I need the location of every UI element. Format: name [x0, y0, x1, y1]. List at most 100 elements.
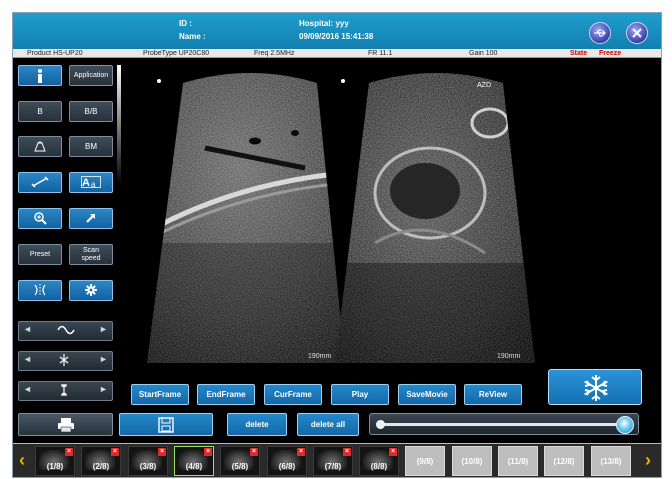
increase-arrow-icon[interactable]: ►	[99, 354, 108, 364]
save-image-button[interactable]	[119, 413, 213, 436]
scan-speed-button[interactable]: Scan speed	[69, 244, 113, 265]
annotation-text-button[interactable]: Aa	[69, 172, 113, 193]
ruler-icon	[31, 176, 49, 188]
svg-text:A: A	[82, 177, 90, 188]
thumbnail-label: (9/8)	[416, 457, 434, 466]
patient-info-button[interactable]	[18, 65, 62, 86]
state-label: State	[570, 50, 588, 57]
thumbnail-delete-icon[interactable]: ×	[250, 448, 258, 456]
thumbnail-item[interactable]: × (1/8)	[35, 446, 75, 476]
gain-param: Gain 100	[469, 50, 498, 57]
thumbnail-label: (6/8)	[278, 462, 296, 471]
cine-start-marker[interactable]	[376, 420, 385, 429]
focus-icon	[57, 353, 71, 370]
thumbnail-delete-icon[interactable]: ×	[158, 448, 166, 456]
thumbnail-item[interactable]: × (6/8)	[267, 446, 307, 476]
print-button[interactable]	[18, 413, 113, 436]
decrease-arrow-icon[interactable]: ◄	[23, 324, 32, 334]
thumbnail-label: (12/8)	[553, 457, 575, 466]
right-frame-marker: AZD	[477, 82, 491, 89]
arrow-marker-button[interactable]	[69, 208, 113, 229]
thumbnail-item[interactable]: × (7/8)	[313, 446, 353, 476]
depth-icon	[57, 383, 71, 400]
strip-left-arrow-icon[interactable]: ‹	[19, 451, 25, 469]
usb-icon[interactable]	[589, 22, 611, 44]
fr-param: FR 11.1	[368, 50, 393, 57]
preset-button[interactable]: Preset	[18, 244, 62, 265]
thumbnail-label: (8/8)	[370, 462, 388, 471]
decrease-arrow-icon[interactable]: ◄	[23, 354, 32, 364]
printer-icon	[57, 418, 74, 433]
mode-bb-button[interactable]: B/B	[69, 101, 113, 122]
state-value: Freeze	[599, 50, 622, 57]
scan-speed-label-2: speed	[81, 255, 101, 262]
left-depth-label: 190mm	[308, 353, 332, 360]
thumbnail-delete-icon[interactable]: ×	[389, 448, 397, 456]
depth-adjust-slider[interactable]: ◄ ►	[18, 381, 113, 401]
thumbnail-item[interactable]: × (8/8)	[359, 446, 399, 476]
thumbnail-item[interactable]: × (4/8)	[174, 446, 214, 476]
delete-button[interactable]: delete	[227, 413, 287, 436]
thumbnail-item[interactable]: (10/8)	[452, 446, 492, 476]
right-ultrasound-frame	[335, 73, 535, 363]
thumbnail-label: (3/8)	[139, 462, 157, 471]
increase-arrow-icon[interactable]: ►	[99, 324, 108, 334]
thumbnail-label: (5/8)	[231, 462, 249, 471]
cine-position-knob[interactable]	[616, 416, 634, 434]
settings-button[interactable]	[69, 280, 113, 301]
end-frame-button[interactable]: EndFrame	[197, 384, 255, 405]
thumbnail-item[interactable]: × (5/8)	[220, 446, 260, 476]
thumbnail-item[interactable]: (12/8)	[544, 446, 584, 476]
ultrasound-app-window: ID : Name : Hospital: yyy 09/09/2016 15:…	[12, 12, 662, 478]
thumbnail-item[interactable]: (11/8)	[498, 446, 538, 476]
delete-all-button[interactable]: delete all	[297, 413, 359, 436]
thumbnail-label: (4/8)	[185, 462, 203, 471]
person-icon	[38, 69, 42, 83]
thumbnail-label: (2/8)	[92, 462, 110, 471]
thumbnail-delete-icon[interactable]: ×	[297, 448, 305, 456]
probe-select-button[interactable]	[18, 136, 62, 157]
flip-icon	[34, 284, 46, 296]
decrease-arrow-icon[interactable]: ◄	[23, 384, 32, 394]
mode-b-button[interactable]: B	[18, 101, 62, 122]
measure-distance-button[interactable]	[18, 172, 62, 193]
thumbnail-label: (13/8)	[600, 457, 622, 466]
thumbnail-delete-icon[interactable]: ×	[65, 448, 73, 456]
cine-progress-slider[interactable]	[369, 413, 639, 435]
thumbnail-item[interactable]: × (2/8)	[81, 446, 121, 476]
zoom-icon	[34, 212, 47, 225]
floppy-disk-icon	[158, 417, 174, 433]
zoom-button[interactable]	[18, 208, 62, 229]
review-button[interactable]: ReView	[464, 384, 522, 405]
save-movie-button[interactable]: SaveMovie	[398, 384, 456, 405]
mode-bm-button[interactable]: BM	[69, 136, 113, 157]
application-button[interactable]: Application	[69, 65, 113, 86]
focus-adjust-slider[interactable]: ◄ ►	[18, 351, 113, 371]
cine-thumbnail-strip: ‹ › × (1/8) × (2/8) × (3/8) × (4/8) × (5/8) × (6/8)…	[13, 443, 661, 477]
svg-text:a: a	[91, 180, 96, 188]
thumbnail-delete-icon[interactable]: ×	[343, 448, 351, 456]
image-flip-button[interactable]	[18, 280, 62, 301]
thumbnail-item[interactable]: (9/8)	[405, 446, 445, 476]
increase-arrow-icon[interactable]: ►	[99, 384, 108, 394]
freeze-button[interactable]	[548, 369, 642, 405]
probe-param: ProbeType UP20C80	[143, 50, 210, 57]
thumbnail-delete-icon[interactable]: ×	[204, 448, 212, 456]
grayscale-bar	[117, 65, 121, 185]
close-icon[interactable]	[626, 22, 648, 44]
cur-frame-button[interactable]: CurFrame	[264, 384, 322, 405]
right-depth-label: 190mm	[497, 353, 521, 360]
play-button[interactable]: Play	[331, 384, 389, 405]
strip-right-arrow-icon[interactable]: ›	[645, 451, 651, 469]
thumbnail-delete-icon[interactable]: ×	[111, 448, 119, 456]
patient-name-label: Name :	[179, 32, 206, 41]
start-frame-button[interactable]: StartFrame	[131, 384, 189, 405]
text-annotation-icon: Aa	[81, 176, 101, 188]
app-header: ID : Name : Hospital: yyy 09/09/2016 15:…	[13, 13, 661, 49]
gain-adjust-slider[interactable]: ◄ ►	[18, 321, 113, 341]
left-ultrasound-frame	[147, 73, 345, 363]
thumbnail-item[interactable]: (13/8)	[591, 446, 631, 476]
thumbnail-item[interactable]: × (3/8)	[128, 446, 168, 476]
gear-icon	[85, 284, 97, 296]
thumbnail-label: (10/8)	[461, 457, 483, 466]
